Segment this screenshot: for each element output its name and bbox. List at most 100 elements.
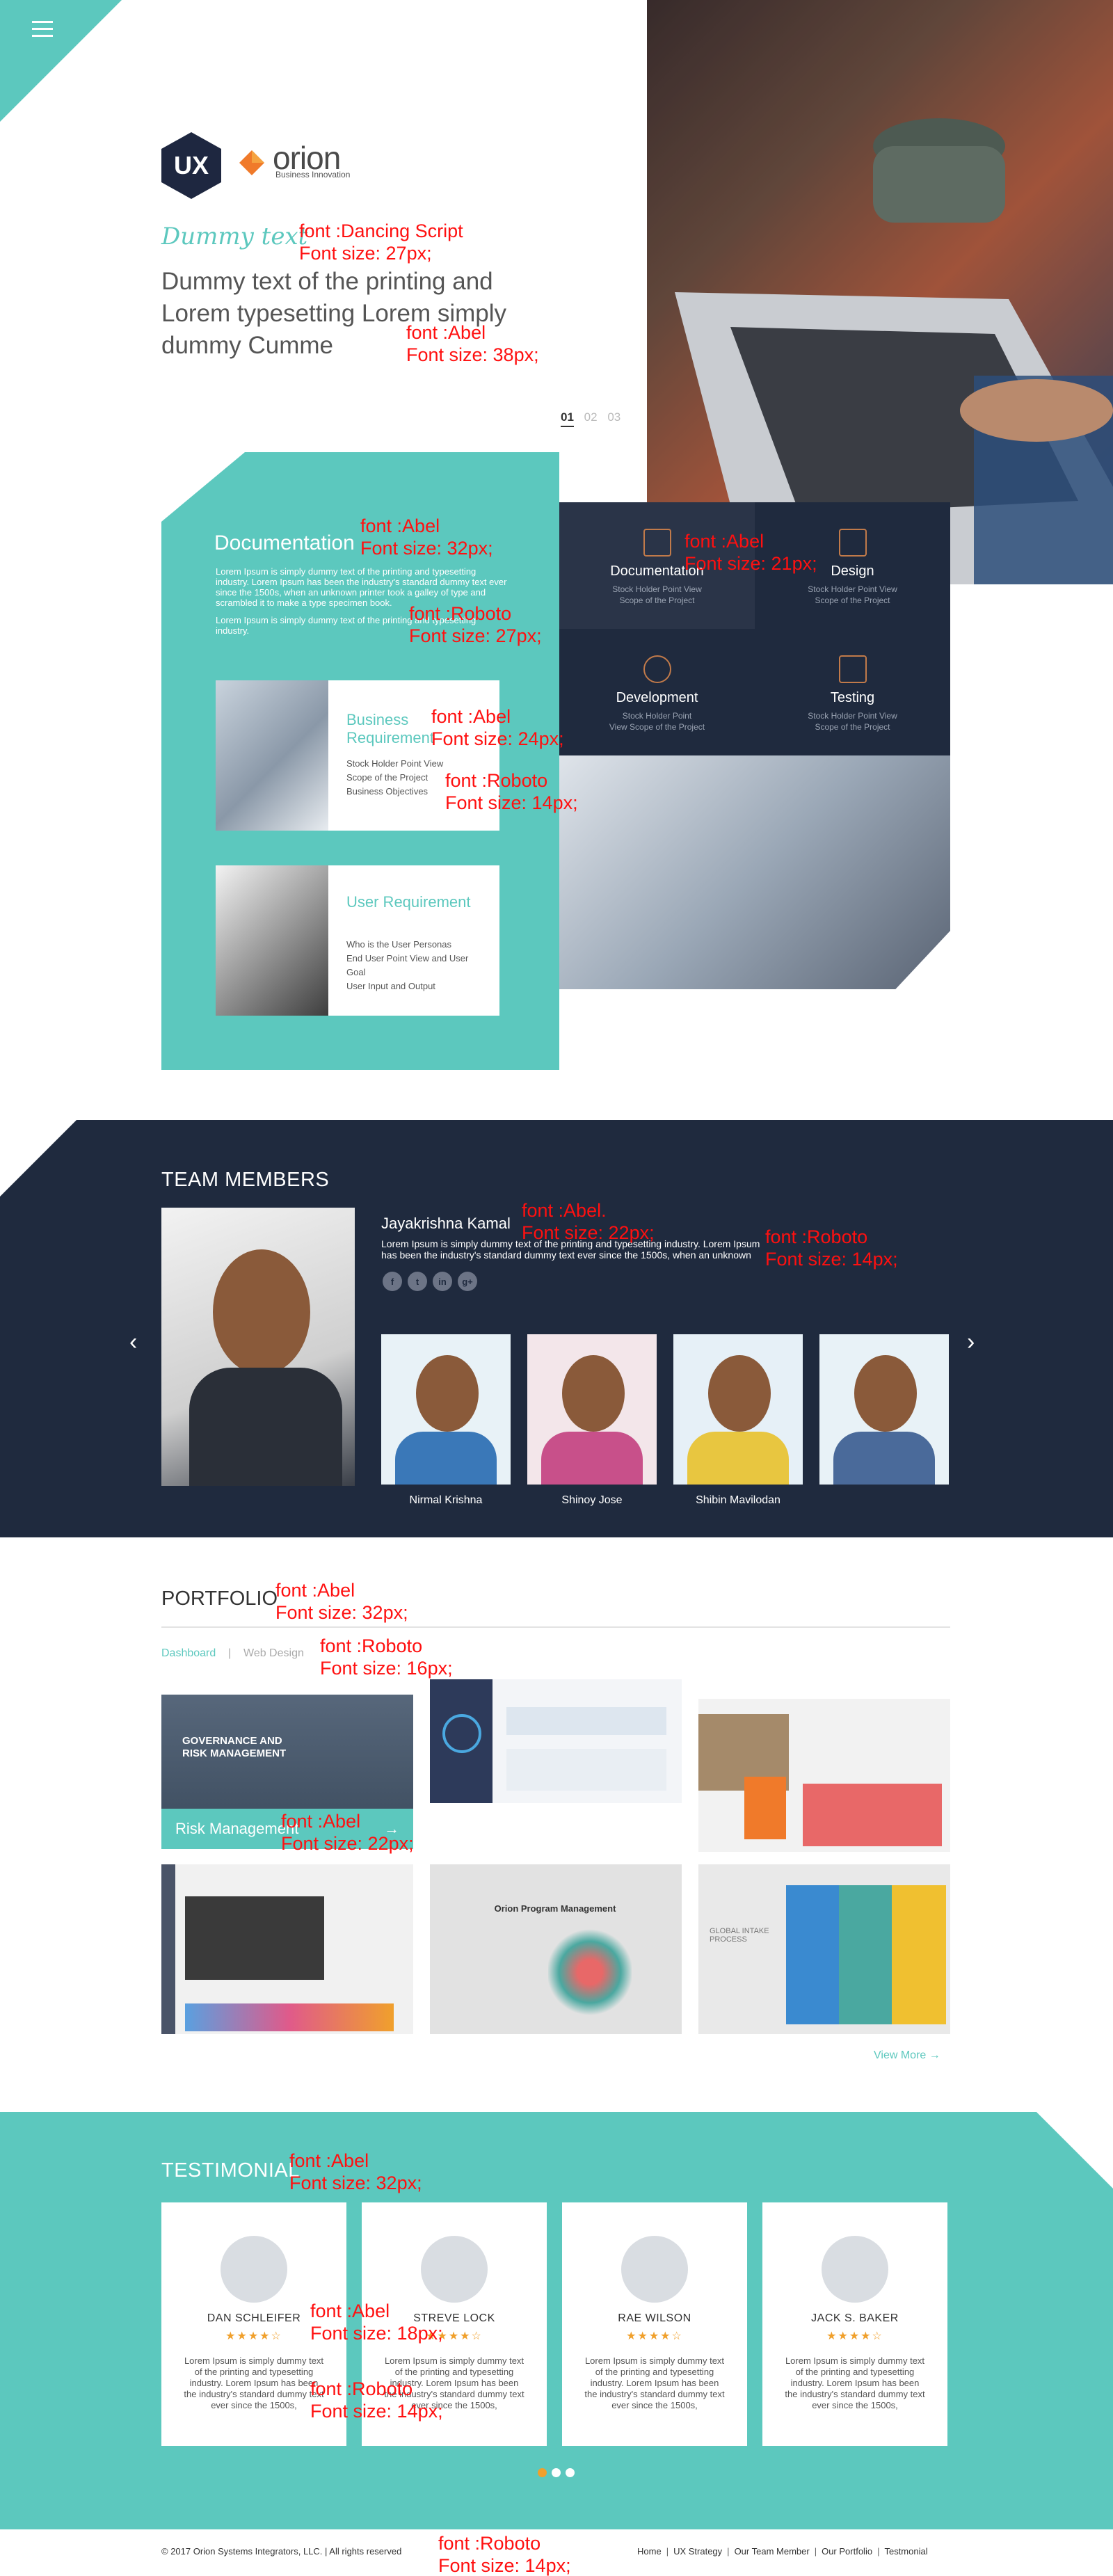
avatar	[421, 2236, 488, 2303]
service-testing[interactable]: Testing Stock Holder Point View Scope of…	[755, 629, 950, 755]
footer-link-home[interactable]: Home	[637, 2546, 662, 2557]
font-annotation: font :Roboto Font size: 14px;	[765, 1226, 898, 1270]
footer-link-testimonial[interactable]: Testmonial	[884, 2546, 927, 2557]
linkedin-icon[interactable]: in	[433, 1272, 452, 1291]
facebook-icon[interactable]: f	[383, 1272, 402, 1291]
testimonial-name: RAE WILSON	[618, 2312, 691, 2324]
portfolio-tile-services[interactable]	[698, 1679, 950, 1852]
handshake-image	[216, 680, 328, 831]
hamburger-menu-icon[interactable]	[32, 21, 53, 38]
portfolio-tile-intake-process[interactable]: GLOBAL INTAKE PROCESS	[698, 1864, 950, 2034]
carousel-dot-active[interactable]	[538, 2468, 547, 2477]
business-tablet-photo	[559, 755, 950, 989]
footer-links: Home | UX Strategy | Our Team Member | Our …	[637, 2546, 928, 2557]
font-annotation: font :Roboto Font size: 16px;	[320, 1635, 453, 1679]
font-annotation: font :Abel Font size: 18px;	[310, 2301, 443, 2344]
card-list-item: Who is the User Personas	[346, 939, 452, 950]
gear-icon	[643, 655, 671, 683]
service-title: Development	[616, 690, 698, 705]
ux-logo-icon: UX	[161, 132, 221, 199]
view-more-label: View More	[874, 2049, 927, 2061]
testimonial-name: JACK S. BAKER	[811, 2312, 899, 2324]
thumbnail-name: Shibin Mavilodan	[696, 1494, 780, 1506]
member-thumbnail[interactable]	[819, 1334, 949, 1485]
font-annotation: font :Abel Font size: 38px;	[406, 322, 539, 365]
font-annotation: font :Roboto Font size: 14px;	[438, 2533, 571, 2576]
font-annotation: font :Abel Font size: 32px;	[360, 515, 493, 559]
link-separator: |	[877, 2546, 880, 2557]
card-list-item: Stock Holder Point View	[346, 758, 444, 769]
service-title: Testing	[830, 690, 875, 705]
carousel-dot[interactable]	[552, 2468, 561, 2477]
font-annotation: font :Abel Font size: 22px;	[281, 1811, 414, 1854]
font-annotation: font :Abel Font size: 24px;	[431, 706, 564, 749]
documentation-paragraph: Lorem Ipsum is simply dummy text of the …	[216, 566, 507, 608]
card-title: User Requirement	[346, 893, 471, 911]
team-corner-notch	[0, 1120, 77, 1197]
slide-number[interactable]: 03	[607, 410, 620, 424]
portfolio-tile-portal[interactable]	[161, 1864, 413, 2034]
member-thumbnail[interactable]	[527, 1334, 657, 1485]
logo-mark: UX	[173, 151, 209, 179]
google-plus-icon[interactable]: g+	[458, 1272, 477, 1291]
view-more-link[interactable]: View More →	[874, 2049, 940, 2062]
thumbnail-name: Shinoy Jose	[561, 1494, 623, 1506]
testimonial-card: RAE WILSON ★★★★☆ Lorem Ipsum is simply d…	[562, 2202, 747, 2446]
footer-link-ux-strategy[interactable]: UX Strategy	[673, 2546, 722, 2557]
slide-number-active[interactable]: 01	[561, 410, 574, 427]
slide-pager: 01 02 03	[561, 410, 620, 427]
star-rating-icon: ★★★★☆	[826, 2330, 883, 2342]
arrow-right-icon: →	[929, 2049, 940, 2061]
service-subtitle: Stock Holder Point View Scope of the Pro…	[609, 711, 705, 732]
footer-link-team[interactable]: Our Team Member	[735, 2546, 810, 2557]
service-subtitle: Stock Holder Point View Scope of the Pro…	[808, 584, 897, 605]
portfolio-tile-program-management[interactable]: Orion Program Management	[430, 1864, 682, 2034]
document-icon	[643, 529, 671, 557]
checklist-icon	[838, 655, 867, 683]
link-separator: |	[814, 2546, 817, 2557]
tab-web-design[interactable]: Web Design	[243, 1647, 304, 1660]
orion-diamond-icon	[239, 150, 264, 175]
avatar	[822, 2236, 888, 2303]
footer-link-portfolio[interactable]: Our Portfolio	[822, 2546, 872, 2557]
portfolio-title: PORTFOLIO	[161, 1587, 278, 1610]
thumbnail-name: Nirmal Krishna	[409, 1494, 483, 1506]
tile-heading: Orion Program Management	[494, 1903, 616, 1914]
font-annotation: font :Abel Font size: 32px;	[275, 1580, 408, 1623]
avatar	[621, 2236, 688, 2303]
avatar	[221, 2236, 287, 2303]
hero-script-text: Dummy text	[161, 223, 308, 250]
font-annotation: font :Dancing Script Font size: 27px;	[299, 221, 463, 264]
card-list-item: User Input and Output	[346, 981, 435, 991]
tab-dashboard[interactable]: Dashboard	[161, 1647, 216, 1660]
testimonial-text: Lorem Ipsum is simply dummy text of the …	[584, 2355, 725, 2410]
testimonial-title: TESTIMONIAL	[161, 2159, 300, 2182]
design-tools-icon	[838, 529, 867, 557]
slide-number[interactable]: 02	[584, 410, 598, 424]
service-subtitle: Stock Holder Point View Scope of the Pro…	[612, 584, 702, 605]
corner-accent	[0, 0, 122, 122]
tile-heading: GLOBAL INTAKE PROCESS	[710, 1927, 769, 1944]
team-title: TEAM MEMBERS	[161, 1169, 330, 1191]
testimonial-text: Lorem Ipsum is simply dummy text of the …	[184, 2355, 324, 2410]
tile-heading: GOVERNANCE AND RISK MANAGEMENT	[182, 1735, 287, 1759]
twitter-icon[interactable]: t	[408, 1272, 427, 1291]
documentation-title: Documentation	[214, 531, 355, 554]
portfolio-tile-dashboard[interactable]	[430, 1679, 682, 1803]
next-arrow-icon[interactable]: ›	[967, 1329, 975, 1356]
prev-arrow-icon[interactable]: ‹	[129, 1329, 137, 1356]
card-list-item: End User Point View and User Goal	[346, 953, 469, 977]
carousel-dot[interactable]	[566, 2468, 575, 2477]
lead-member-photo	[161, 1208, 355, 1486]
user-requirement-card[interactable]: User Requirement Who is the User Persona…	[216, 865, 499, 1016]
service-development[interactable]: Development Stock Holder Point View Scop…	[559, 629, 755, 755]
member-thumbnail[interactable]	[381, 1334, 511, 1485]
tab-separator: |	[228, 1647, 232, 1659]
font-annotation: font :Abel. Font size: 22px;	[522, 1200, 655, 1243]
font-annotation: font :Roboto Font size: 14px;	[445, 770, 578, 813]
member-thumbnail[interactable]	[673, 1334, 803, 1485]
member-name: Jayakrishna Kamal	[381, 1215, 511, 1232]
laptop-coffee-illustration	[647, 0, 1113, 584]
star-rating-icon: ★★★★☆	[626, 2330, 683, 2342]
meeting-image	[216, 865, 328, 1016]
